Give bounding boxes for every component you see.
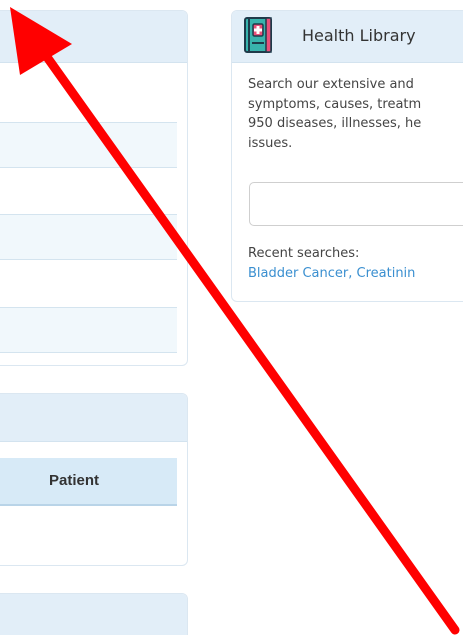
description-line: Search our extensive and: [248, 77, 414, 92]
left-panel-top: [0, 10, 188, 366]
recent-search-links[interactable]: Bladder Cancer, Creatinin: [248, 266, 415, 281]
left-panel-bottom-header: [0, 594, 187, 635]
left-panel-bottom: [0, 593, 188, 635]
medical-book-icon: [244, 17, 272, 53]
list-item[interactable]: [0, 214, 177, 260]
health-library-title: Health Library: [302, 26, 416, 45]
left-panel-middle-header: [0, 394, 187, 442]
description-line: 950 diseases, illnesses, he: [248, 116, 422, 131]
left-panel-middle: Patient: [0, 393, 188, 566]
health-library-header: Health Library: [232, 11, 463, 63]
list-item[interactable]: [0, 307, 177, 353]
list-item[interactable]: [0, 122, 177, 168]
health-library-description: Search our extensive and symptoms, cause…: [248, 75, 463, 153]
description-line: issues.: [248, 135, 293, 151]
left-panel-top-header: [0, 11, 187, 63]
recent-searches-label: Recent searches:: [248, 246, 360, 261]
column-header-patient[interactable]: Patient: [49, 472, 99, 489]
health-library-card: Health Library Search our extensive and …: [231, 10, 463, 302]
table-header: Patient: [0, 458, 177, 506]
description-line: symptoms, causes, treatm: [248, 96, 422, 112]
health-library-search-input[interactable]: [249, 182, 463, 226]
